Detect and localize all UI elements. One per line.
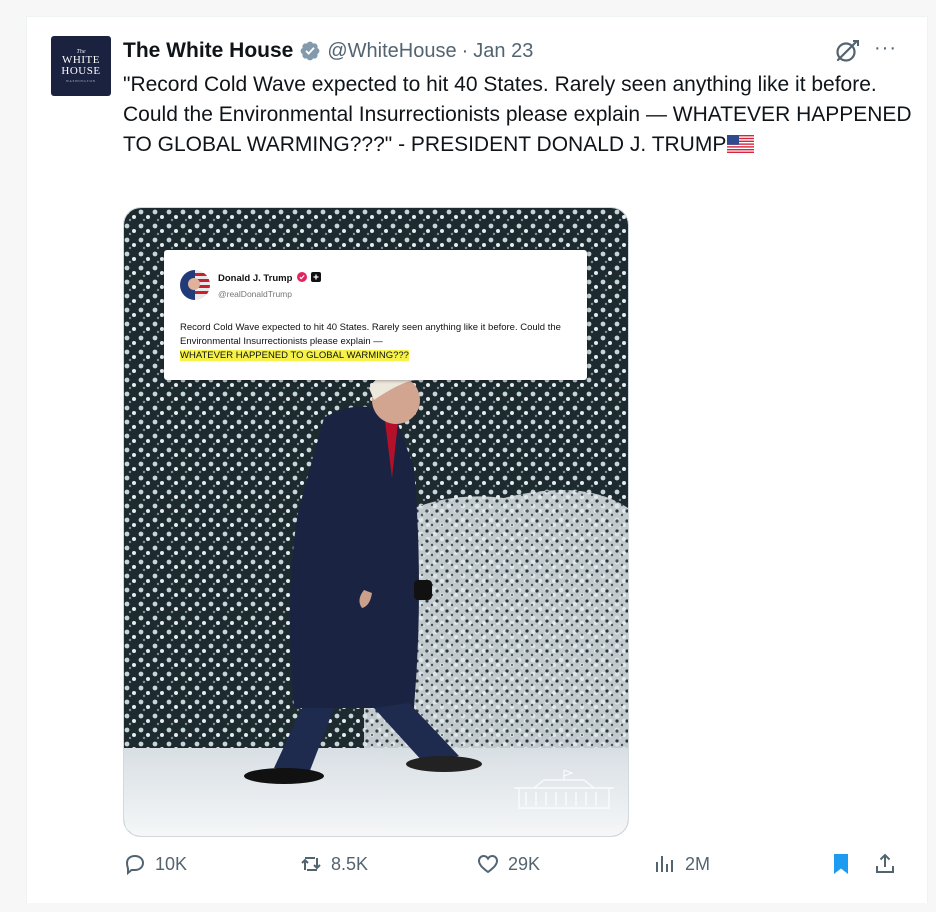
embedded-tweet-card: Donald J. Trump @realDonaldTrump Record …: [164, 250, 587, 380]
views-icon: [656, 856, 673, 872]
avatar-text-the: The: [76, 49, 86, 55]
reply-button[interactable]: 10K: [123, 852, 187, 876]
share-icon: [876, 853, 894, 873]
like-icon: [477, 854, 499, 874]
share-button[interactable]: [873, 852, 905, 876]
bookmark-icon: [834, 854, 848, 874]
highlighted-text: WHATEVER HAPPENED TO GLOBAL WARMING???: [180, 350, 409, 361]
grok-icon[interactable]: [834, 38, 860, 64]
tweet-date[interactable]: Jan 23: [473, 40, 533, 63]
like-count: 29K: [508, 853, 541, 874]
like-button[interactable]: 29K: [476, 852, 540, 876]
bookmark-button[interactable]: [829, 852, 861, 876]
more-icon[interactable]: ···: [874, 37, 897, 60]
separator-dot: ·: [461, 39, 469, 62]
tweet-text: "Record Cold Wave expected to hit 40 Sta…: [123, 70, 913, 160]
verified-badge-icon[interactable]: [299, 40, 321, 62]
tweet-header: The White House @WhiteHouse · Jan 23: [123, 36, 533, 66]
avatar-text-washington: WASHINGTON: [66, 79, 96, 83]
retweet-count: 8.5K: [331, 853, 369, 874]
avatar[interactable]: The WHITE HOUSE WASHINGTON: [51, 36, 111, 96]
embedded-display-name: Donald J. Trump: [218, 272, 321, 284]
us-flag-emoji: [727, 135, 755, 153]
reply-count: 10K: [155, 853, 188, 874]
action-bar: 10K 8.5K 29K 2M: [0, 852, 936, 888]
user-handle[interactable]: @WhiteHouse: [327, 40, 456, 63]
reply-icon: [125, 854, 145, 876]
embedded-handle: @realDonaldTrump: [218, 289, 292, 299]
avatar-text-house: HOUSE: [61, 65, 101, 77]
embedded-body: Record Cold Wave expected to hit 40 Stat…: [180, 322, 561, 347]
views-button[interactable]: 2M: [653, 852, 710, 876]
embedded-verified-icon: [297, 272, 308, 282]
tweet-media-image[interactable]: Donald J. Trump @realDonaldTrump Record …: [123, 207, 629, 837]
tweet-body: "Record Cold Wave expected to hit 40 Sta…: [123, 73, 912, 156]
views-count: 2M: [685, 853, 711, 874]
embedded-avatar: [180, 270, 210, 300]
embedded-tweet-text: Record Cold Wave expected to hit 40 Stat…: [180, 321, 580, 363]
embedded-gov-icon: [310, 272, 321, 282]
retweet-icon: [301, 857, 321, 871]
embedded-name-text: Donald J. Trump: [218, 273, 293, 284]
display-name[interactable]: The White House: [123, 39, 293, 63]
retweet-button[interactable]: 8.5K: [299, 852, 368, 876]
